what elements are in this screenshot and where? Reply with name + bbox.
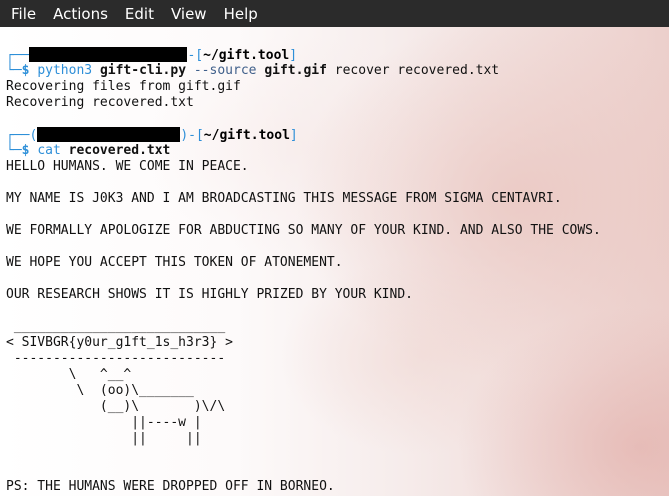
command-option: --source [193,63,257,78]
message-line: OUR RESEARCH SHOWS IT IS HIGHLY PRIZED B… [6,287,413,302]
cowsay-border-top: ___________________________ [6,319,226,334]
prompt-path: ~/gift.tool [203,128,290,143]
prompt-bracket-open: -[ [187,48,204,63]
menu-actions[interactable]: Actions [47,5,114,23]
command-file: recovered.txt [68,143,171,158]
message-line: HELLO HUMANS. WE COME IN PEACE. [6,159,249,174]
prompt-frame-top: ┌── [6,48,30,63]
command-line-2: └─$ cat recovered.txt [6,143,170,159]
menubar: File Actions Edit View Help [0,0,669,28]
prompt-bracket-close: ] [289,48,298,63]
cow-art-line: (__)\ )\/\ [6,399,226,414]
prompt-path: ~/gift.tool [203,48,290,63]
message-line: WE HOPE YOU ACCEPT THIS TOKEN OF ATONEME… [6,255,343,270]
cowsay-border-bottom: --------------------------- [6,351,226,366]
cowsay-flag: < SIVBGR{y0ur_g1ft_1s_h3r3} > [6,335,233,350]
prompt-dollar: $ [21,143,30,158]
prompt-header-2: ┌──( )-[~/gift.tool] [6,127,298,143]
prompt-dollar: $ [21,63,30,78]
cow-art-line: || || [6,431,202,446]
cow-art-line: \ ^__^ [6,367,132,382]
ps-line: PS: THE HUMANS WERE DROPPED OFF IN BORNE… [6,479,335,494]
redacted-hostname [37,127,181,142]
terminal-output[interactable]: ┌── -[~/gift.tool] └─$ python3 gift-cli.p… [0,27,669,496]
output-line: Recovering files from gift.gif [6,79,241,94]
prompt-bracket-close: ] [289,128,298,143]
prompt-bracket-open: )-[ [180,128,204,143]
menu-edit[interactable]: Edit [119,5,160,23]
command-name: cat [37,143,61,158]
cow-art-line: ||----w | [6,415,202,430]
redacted-hostname [29,47,188,62]
menu-help[interactable]: Help [218,5,264,23]
command-args: recover recovered.txt [334,63,500,78]
output-line: Recovering recovered.txt [6,95,194,110]
menu-view[interactable]: View [165,5,213,23]
command-name: python3 [37,63,93,78]
prompt-header-1: ┌── -[~/gift.tool] [6,47,297,63]
cow-art-line: \ (oo)\_______ [6,383,194,398]
prompt-frame-bottom: └─ [6,63,22,78]
menu-file[interactable]: File [5,5,42,23]
message-line: WE FORMALLY APOLOGIZE FOR ABDUCTING SO M… [6,223,601,238]
command-line-1: └─$ python3 gift-cli.py --source gift.gi… [6,63,499,79]
command-script: gift-cli.py [99,63,187,78]
prompt-frame-bottom: └─ [6,143,22,158]
message-line: MY NAME IS J0K3 AND I AM BROADCASTING TH… [6,191,562,206]
prompt-frame-top: ┌──( [6,128,38,143]
command-source-file: gift.gif [264,63,327,78]
